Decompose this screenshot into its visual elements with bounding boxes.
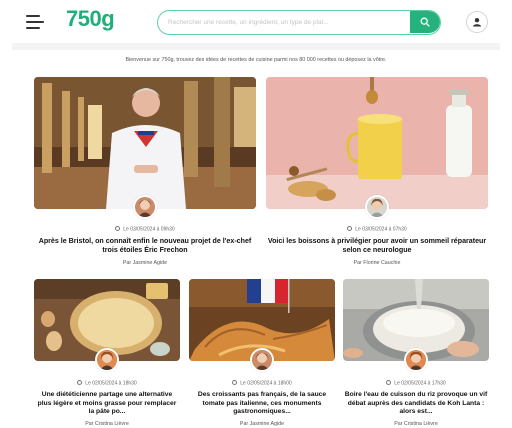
user-icon [473,18,481,27]
article-title[interactable]: Voici les boissons à privilégier pour av… [266,237,488,255]
article-title[interactable]: Une diététicienne partage une alternativ… [34,391,180,417]
article-card[interactable]: Le 02/05/2024 à 18h30 Une diététicienne … [34,279,180,428]
clock-icon [77,380,83,385]
header-divider [12,43,500,50]
article-image[interactable] [266,77,488,209]
site-logo[interactable]: 750g [66,6,115,32]
article-image[interactable] [34,77,256,209]
search-bar [157,10,441,35]
author-avatar [250,348,274,372]
article-title[interactable]: Boire l'eau de cuisson du riz provoque u… [343,391,489,417]
article-date: Le 03/05/2024 à 09h30 [34,226,256,233]
clock-icon [347,226,353,231]
clock-icon [386,380,392,385]
user-account-button[interactable] [466,11,488,33]
clock-icon [115,226,121,231]
article-author: Par Cristina Lièvre [394,421,438,427]
article-author: Par Cristina Lièvre [85,421,129,427]
author-avatar [95,348,119,372]
article-title[interactable]: Après le Bristol, on connaît enfin le no… [34,237,256,255]
article-card[interactable]: Le 03/05/2024 à 09h30 Après le Bristol, … [34,77,256,272]
article-date: Le 02/05/2024 à 17h30 [343,380,489,387]
article-date: Le 03/05/2024 à 07h30 [266,226,488,233]
article-date: Le 02/05/2024 à 18h00 [189,380,335,387]
search-icon [420,17,430,27]
search-button[interactable] [410,11,440,33]
intro-text: Bienvenue sur 750g, trouvez des idées de… [125,57,387,63]
article-author: Par Florine Cauchie [353,260,401,266]
clock-icon [232,380,238,385]
article-date: Le 02/05/2024 à 18h30 [34,380,180,387]
hamburger-menu-icon[interactable] [26,15,44,29]
article-title[interactable]: Des croissants pas français, de la sauce… [189,391,335,417]
article-author: Par Jasmine Agide [122,260,168,266]
article-card[interactable]: Le 02/05/2024 à 17h30 Boire l'eau de cui… [343,279,489,428]
article-card[interactable]: Le 02/05/2024 à 18h00 Des croissants pas… [189,279,335,428]
article-card[interactable]: Le 03/05/2024 à 07h30 Voici les boissons… [266,77,488,272]
article-author: Par Jasmine Agide [239,421,285,427]
search-input[interactable] [168,11,412,33]
author-avatar [133,195,157,219]
author-avatar [365,195,389,219]
author-avatar [404,348,428,372]
site-header: 750g [0,0,512,44]
